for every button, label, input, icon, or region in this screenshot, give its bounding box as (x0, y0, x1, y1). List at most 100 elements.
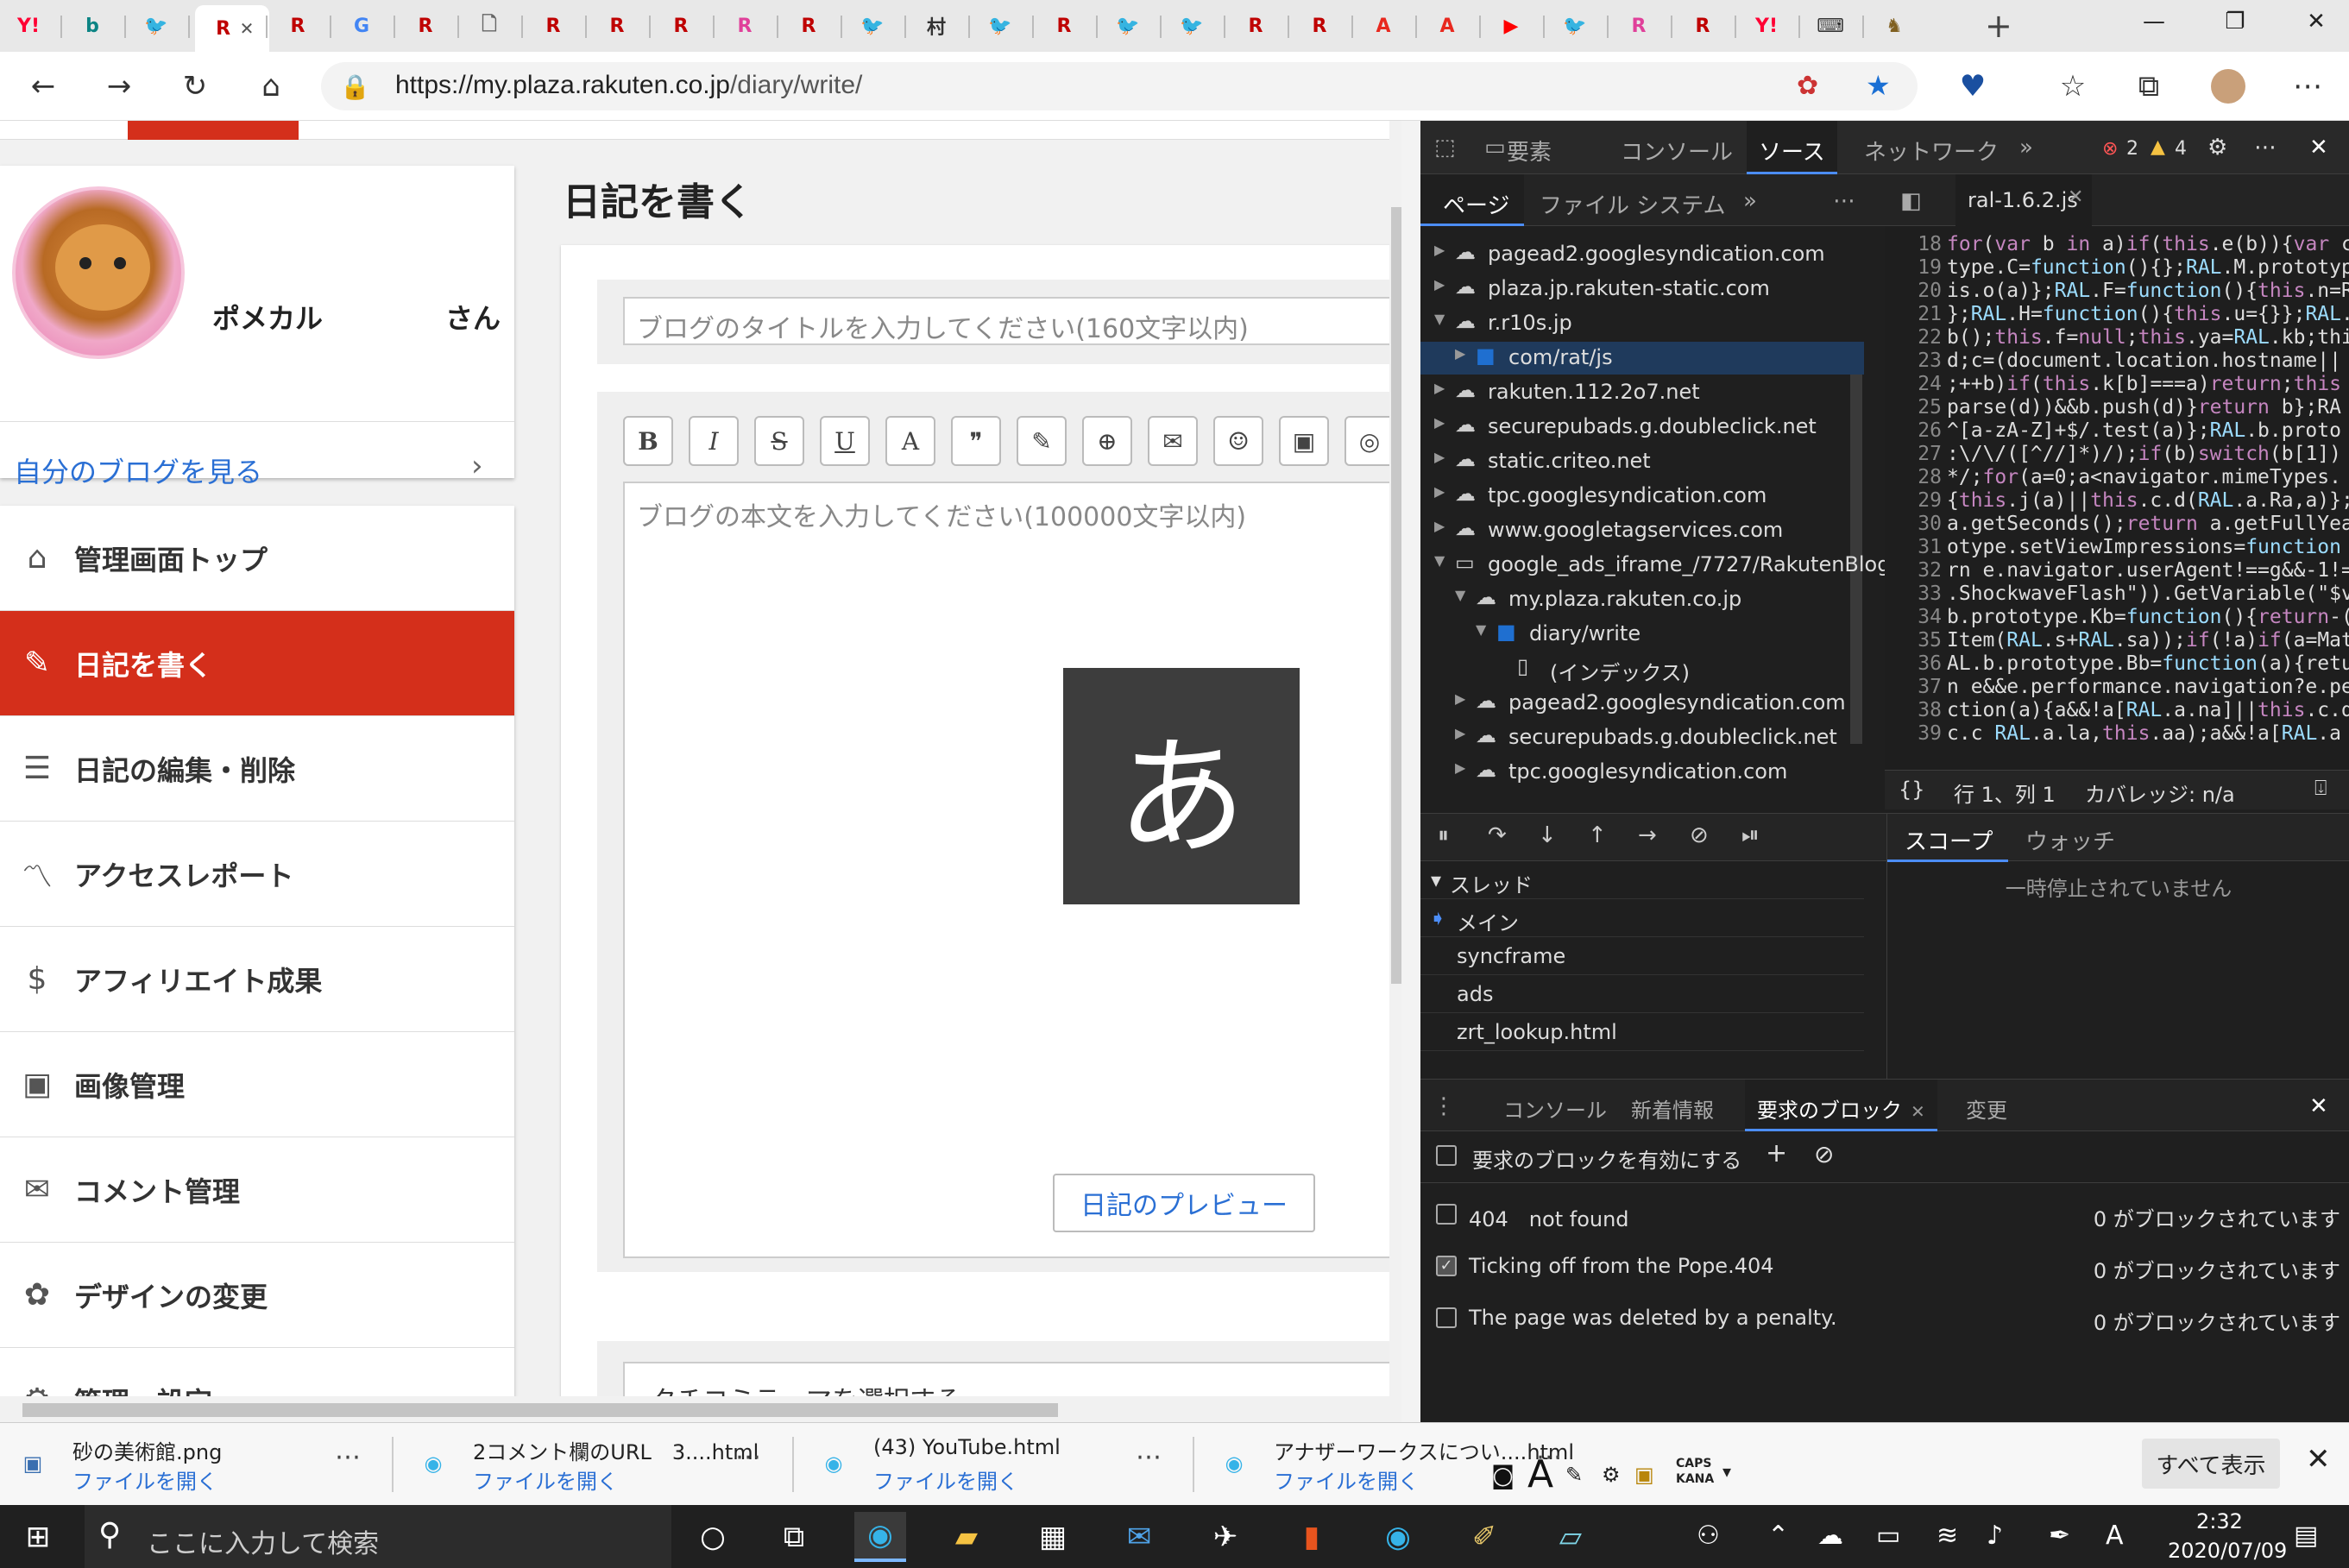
close-devtools-icon[interactable]: ✕ (2309, 135, 2328, 161)
browser-tab[interactable]: R (1231, 7, 1281, 45)
collapsed-arrow-icon[interactable]: ▶ (1434, 380, 1445, 396)
close-window-button[interactable]: ✕ (2273, 0, 2349, 43)
people-icon[interactable]: ⚇ (1697, 1521, 1720, 1551)
browser-tab[interactable]: R (1678, 7, 1728, 45)
page-horizontal-scrollbar[interactable] (0, 1396, 1389, 1422)
onedrive-error-icon[interactable]: ☁ (1817, 1521, 1843, 1551)
drawer-tab[interactable]: 新着情報 (1619, 1080, 1726, 1131)
tree-node[interactable]: ▶ ☁ rakuten.112.2o7.net (1420, 376, 1864, 409)
browser-tab[interactable]: Y! (3, 7, 54, 45)
browser-tab[interactable]: A (1358, 7, 1408, 45)
enable-blocking-checkbox[interactable] (1436, 1145, 1457, 1166)
file-explorer-icon[interactable]: ▰ (941, 1512, 992, 1562)
expanded-arrow-icon[interactable]: ▼ (1434, 552, 1445, 569)
store-icon[interactable]: ▦ (1027, 1512, 1079, 1562)
tree-node[interactable]: ▶ ☁ securepubads.g.doubleclick.net (1420, 721, 1864, 754)
tree-node[interactable]: ▶ ☁ plaza.jp.rakuten-static.com (1420, 273, 1864, 305)
gear-icon[interactable]: ⚙ (2207, 135, 2227, 161)
error-icon[interactable]: ⊗ (2102, 138, 2118, 160)
toggle-navigator-icon[interactable]: ◧ (1900, 188, 1922, 214)
thread-item[interactable]: syncframe (1420, 937, 1864, 975)
browser-tab[interactable]: R ✕ (195, 5, 269, 52)
sidebar-item[interactable]: ▣ 画像管理 (0, 1032, 514, 1137)
sidebar-item[interactable]: ✿ デザインの変更 (0, 1243, 514, 1348)
collections-heart-icon[interactable]: ♥ (1950, 64, 1995, 109)
open-file-link[interactable]: ファイルを開く (1274, 1464, 1419, 1495)
download-more-icon[interactable]: ⋯ (1136, 1442, 1162, 1472)
tree-node[interactable]: ▶ ☁ pagead2.googlesyndication.com (1420, 687, 1864, 720)
strikethrough-icon[interactable]: S (754, 416, 804, 466)
step-out-icon[interactable]: ↑ (1588, 822, 1607, 848)
browser-tab[interactable]: b (67, 7, 117, 45)
open-file-link[interactable]: ファイルを開く (873, 1464, 1018, 1495)
step-into-icon[interactable]: ↓ (1538, 822, 1557, 848)
favorite-star-icon[interactable]: ★ (1866, 69, 1891, 102)
pen-icon[interactable]: ✒ (2049, 1521, 2070, 1551)
drawer-more-icon[interactable]: ⋮ (1433, 1093, 1455, 1119)
ime-dictionary-icon[interactable]: ▣ (1634, 1463, 1654, 1487)
pattern-checkbox[interactable] (1436, 1204, 1457, 1225)
open-file-link[interactable]: ファイルを開く (72, 1464, 217, 1495)
collapsed-arrow-icon[interactable]: ▶ (1434, 449, 1445, 465)
download-more-icon[interactable]: ⋯ (335, 1442, 361, 1472)
home-button[interactable]: ⌂ (249, 64, 293, 109)
collapsed-arrow-icon[interactable]: ▶ (1455, 759, 1465, 776)
collapsed-arrow-icon[interactable]: ▶ (1455, 725, 1465, 741)
close-drawer-icon[interactable]: ✕ (2309, 1093, 2328, 1119)
ime-mode-a[interactable]: A (1527, 1452, 1553, 1496)
font-size-icon[interactable]: A (885, 416, 935, 466)
sidebar-item[interactable]: 〽アクセスレポート (0, 822, 514, 927)
devtools-tab[interactable]: コンソール (1609, 121, 1745, 174)
profile-avatar[interactable] (2206, 64, 2251, 109)
browser-tab[interactable]: ⌨ (1805, 7, 1855, 45)
tab-filesystem[interactable]: ファイル システム (1540, 188, 1726, 220)
pretty-print-icon[interactable]: {} (1899, 778, 1925, 802)
browser-tab[interactable]: R (720, 7, 770, 45)
pattern-checkbox[interactable] (1436, 1307, 1457, 1328)
underline-icon[interactable]: U (820, 416, 870, 466)
favorites-icon[interactable]: ☆ (2050, 64, 2095, 109)
browser-tab[interactable]: R (1039, 7, 1089, 45)
step-icon[interactable]: → (1638, 822, 1657, 848)
browser-tab[interactable]: 🐦 (1167, 7, 1217, 45)
expanded-arrow-icon[interactable]: ▼ (1434, 311, 1445, 327)
browser-tab[interactable]: R (1294, 7, 1345, 45)
clock[interactable]: 2:32 2020/07/09 (2168, 1507, 2287, 1565)
sidebar-toggle-icon[interactable]: ⍗ (2314, 776, 2327, 800)
thread-item[interactable]: ➧ メイン (1420, 899, 1864, 937)
devtools-more-icon[interactable]: ⋯ (2254, 135, 2277, 161)
tree-node[interactable]: ▶ ☁ www.googletagservices.com (1420, 514, 1864, 547)
browser-tab[interactable]: 🐦 (1550, 7, 1600, 45)
add-pattern-icon[interactable]: + (1766, 1138, 1787, 1168)
browser-tab[interactable]: 🐦 (975, 7, 1025, 45)
browser-tab[interactable]: Y! (1741, 7, 1792, 45)
browser-tab[interactable]: G (337, 7, 387, 45)
collapsed-arrow-icon[interactable]: ▶ (1455, 345, 1465, 362)
browser-tab[interactable]: 🗋 (464, 7, 514, 45)
pause-icon[interactable]: ⏸ (1438, 822, 1449, 849)
maximize-button[interactable]: ❐ (2192, 0, 2278, 43)
expanded-arrow-icon[interactable]: ▼ (1476, 621, 1486, 638)
tree-node[interactable]: ▶ ☁ static.criteo.net (1420, 445, 1864, 478)
inspect-element-icon[interactable]: ⬚ (1434, 135, 1456, 161)
close-tab-icon[interactable]: ✕ (1911, 1101, 1925, 1122)
minimize-button[interactable]: — (2111, 0, 2197, 43)
drawer-tab[interactable]: 変更 (1954, 1080, 2019, 1131)
quote-icon[interactable]: ❞ (951, 416, 1001, 466)
task-view-icon[interactable]: ⧉ (768, 1512, 820, 1562)
thread-item[interactable]: ads (1420, 975, 1864, 1013)
ime-tools-icon[interactable]: ✎ (1565, 1463, 1583, 1487)
collapsed-arrow-icon[interactable]: ▶ (1434, 483, 1445, 500)
show-all-button[interactable]: すべて表示 (2142, 1439, 2280, 1489)
devtools-tab[interactable]: 要素 (1495, 121, 1564, 174)
devtools-tab[interactable]: ネットワーク (1852, 121, 2011, 174)
collapsed-arrow-icon[interactable]: ▶ (1434, 518, 1445, 534)
code-editor[interactable]: 18 for(var b in a)if(this.e(b)){var c 19 ty… (1885, 226, 2349, 770)
browser-tab[interactable]: R (528, 7, 578, 45)
expanded-arrow-icon[interactable]: ▼ (1455, 587, 1465, 603)
ime-settings-icon[interactable]: ⚙ (1602, 1463, 1621, 1487)
browser-tab[interactable]: R (592, 7, 642, 45)
pause-on-exceptions-icon[interactable]: ⏯ (1741, 822, 1760, 849)
tab-page[interactable]: ページ (1420, 174, 1524, 226)
ime-toggle-icon[interactable]: ◙ (1491, 1461, 1515, 1489)
